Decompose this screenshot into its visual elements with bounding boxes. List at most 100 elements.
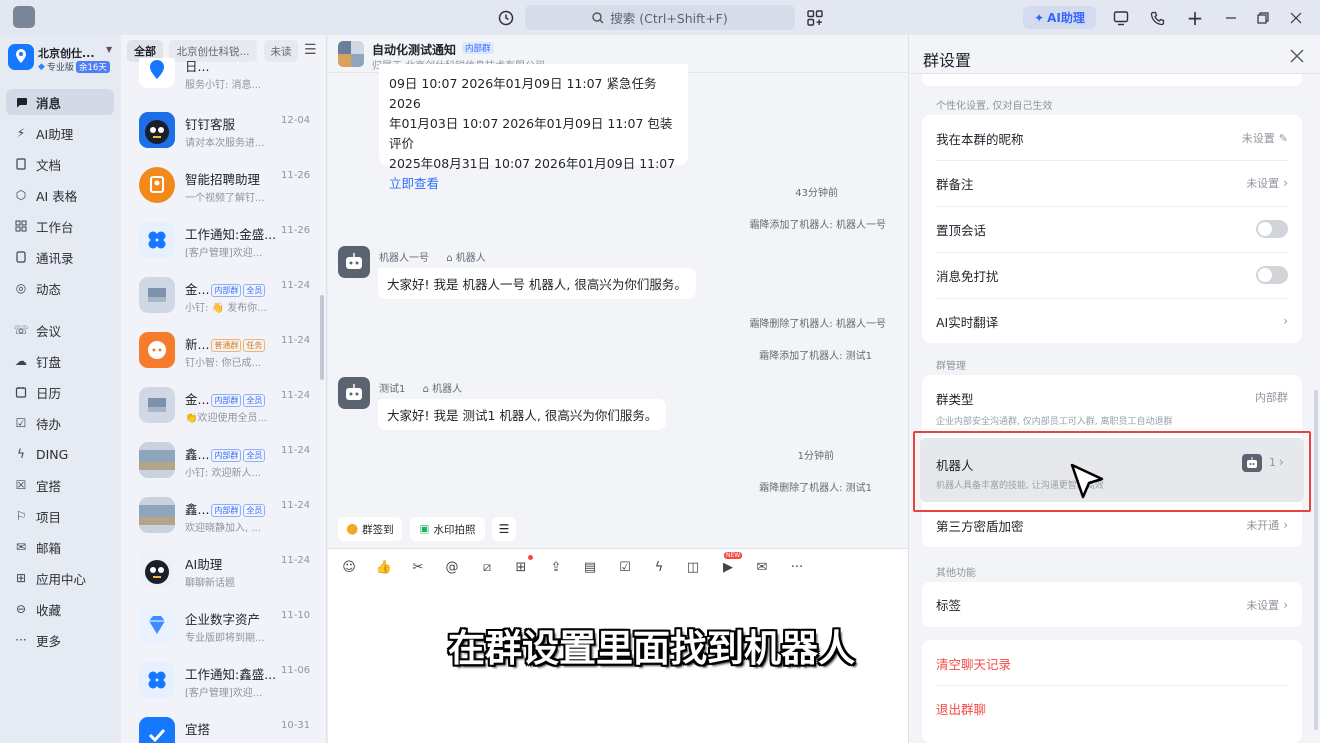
conversation-item[interactable]: 智能招聘助理 11-26 一个视频了解钉... — [133, 163, 318, 218]
more-icon[interactable]: ··· — [788, 558, 806, 576]
conversation-item[interactable]: 工作通知:金盛... 11-26 [客户管理]欢迎... — [133, 218, 318, 273]
nav-item-more[interactable]: ··· 更多 — [6, 627, 114, 653]
conversation-item[interactable]: 鑫... 内部群 全员 11-24 小钉: 欢迎新人... — [133, 438, 318, 493]
nav-item-cloud[interactable]: ☁ 钉盘 — [6, 348, 114, 374]
leave-group-button[interactable]: 退出群聊 — [936, 699, 986, 718]
group-tag: 全员 — [243, 449, 266, 462]
nav-item-workbench[interactable]: 工作台 — [6, 213, 114, 239]
video-call-icon[interactable]: ◫ — [684, 558, 702, 576]
nav-item-yida[interactable]: ☒ 宜搭 — [6, 472, 114, 498]
message-sender: 机器人一号 ⌂ 机器人 — [379, 249, 486, 264]
conversation-item[interactable]: 金... 内部群 全员 11-24 小钉: 👋 发布你... — [133, 273, 318, 328]
chevron-down-icon[interactable]: ▼ — [106, 45, 112, 54]
conversation-time: 11-24 — [281, 500, 311, 511]
conversation-time: 11-26 — [281, 225, 311, 236]
chat-group-avatar[interactable] — [338, 41, 364, 67]
clear-history-row[interactable]: 清空聊天记录 — [922, 640, 1302, 686]
history-icon[interactable] — [497, 9, 515, 27]
nav-item-ai[interactable]: ⚡ AI助理 — [6, 120, 114, 146]
add-icon[interactable]: + — [1185, 6, 1205, 30]
minimize-icon[interactable] — [1221, 8, 1241, 28]
menu-icon[interactable]: ☰ — [304, 42, 320, 58]
meeting-icon: ☏ — [13, 323, 29, 337]
tags-row[interactable]: 标签 未设置 › — [922, 582, 1302, 627]
conversation-item[interactable]: 工作通知:鑫盛... 11-06 [客户管理]欢迎... — [133, 658, 318, 713]
remark-row[interactable]: 群备注 未设置 › — [922, 160, 1302, 206]
nav-label: 会议 — [36, 323, 62, 339]
group-type-row[interactable]: 群类型 内部群 企业内部安全沟通群, 仅内部员工可入群, 离职员工自动退群 — [922, 375, 1302, 433]
conversation-item[interactable]: 钉钉客服 12-04 请对本次服务进... — [133, 108, 318, 163]
conversation-preview: [客户管理]欢迎... — [185, 248, 263, 259]
nickname-row[interactable]: 我在本群的昵称 未设置 ✎ — [922, 115, 1302, 161]
nav-item-calendar[interactable]: 日历 — [6, 379, 114, 405]
nav-label: 更多 — [36, 633, 62, 649]
conversation-item[interactable]: 新... 普通群 任务 11-24 钉小智: 你已成... — [133, 328, 318, 383]
view-now-link[interactable]: 立即查看 — [389, 174, 678, 194]
group-checkin-button[interactable]: ⬤ 群签到 — [338, 517, 402, 541]
nav-item-feed[interactable]: ◎ 动态 — [6, 275, 114, 301]
nav-item-ding[interactable]: ϟ DING — [6, 441, 114, 467]
restore-icon[interactable] — [1253, 8, 1273, 28]
clear-history-button[interactable]: 清空聊天记录 — [936, 654, 1011, 673]
close-window-icon[interactable] — [1286, 8, 1306, 28]
emoji-icon[interactable]: ☺ — [340, 558, 358, 576]
ai-assistant-button[interactable]: ✦ AI助理 — [1023, 6, 1096, 29]
apps-grid-icon[interactable] — [806, 9, 824, 27]
row-label: AI实时翻译 — [936, 314, 999, 330]
slash-command-icon[interactable]: ⧄ — [478, 558, 496, 576]
mail-icon[interactable]: ✉ — [753, 558, 771, 576]
conversation-scrollbar[interactable] — [320, 295, 324, 380]
conversation-item[interactable]: 金... 内部群 全员 11-24 👏欢迎使用全员... — [133, 383, 318, 438]
mute-toggle[interactable] — [1256, 266, 1288, 284]
nav-item-ai-table[interactable]: ⬡ AI 表格 — [6, 182, 114, 208]
live-icon[interactable]: ▶ — [719, 558, 737, 576]
robot-avatar[interactable] — [338, 377, 370, 409]
conversation-item[interactable]: AI助理 11-24 聊聊新话题 — [133, 548, 318, 603]
org-name[interactable]: 北京创仕... — [38, 45, 95, 61]
nav-item-project[interactable]: ⚐ 项目 — [6, 503, 114, 529]
settings-scrollbar[interactable] — [1314, 390, 1318, 730]
nav-label: 钉盘 — [36, 354, 62, 370]
nav-item-apps[interactable]: ⊞ 应用中心 — [6, 565, 114, 591]
leave-group-row[interactable]: 退出群聊 — [922, 685, 1302, 731]
global-search-input[interactable]: 搜索 (Ctrl+Shift+F) — [525, 5, 795, 30]
conversation-item[interactable]: 宜搭 10-31 — [133, 713, 318, 743]
group-tag: 内部群 — [211, 394, 242, 407]
camera-icon: ▣ — [419, 523, 430, 535]
nav-item-meeting[interactable]: ☏ 会议 — [6, 317, 114, 343]
task-icon[interactable]: ☑ — [616, 558, 634, 576]
yida-icon: ☒ — [15, 478, 27, 492]
conversation-item[interactable]: 日... 服务小钉: 消息... — [133, 58, 318, 98]
nav-item-docs[interactable]: 文档 — [6, 151, 114, 177]
schedule-icon[interactable]: ▤ — [581, 558, 599, 576]
watermark-photo-button[interactable]: ▣ 水印拍照 — [410, 517, 485, 541]
thumbs-up-icon[interactable]: 👍 — [375, 558, 393, 576]
chat-title[interactable]: 自动化测试通知 — [372, 41, 456, 58]
nav-item-todo[interactable]: ☑ 待办 — [6, 410, 114, 436]
nav-item-bookmark[interactable]: ⊖ 收藏 — [6, 596, 114, 622]
robot-avatar[interactable] — [338, 246, 370, 278]
screen-share-icon[interactable] — [1111, 8, 1131, 28]
encryption-row[interactable]: 第三方密盾加密 未开通 › — [922, 502, 1302, 548]
pin-chat-toggle[interactable] — [1256, 220, 1288, 238]
org-logo-icon[interactable] — [8, 44, 34, 70]
nav-label: 通讯录 — [36, 250, 74, 266]
phone-icon[interactable] — [1148, 8, 1168, 28]
scissors-icon[interactable]: ✂ — [409, 558, 427, 576]
ding-icon[interactable]: ϟ — [650, 558, 668, 576]
row-value: 未设置 — [1241, 132, 1275, 145]
quick-menu-icon[interactable]: ☰ — [492, 517, 516, 541]
ai-translate-row[interactable]: AI实时翻译 › — [922, 298, 1302, 344]
nav-item-contacts[interactable]: 通讯录 — [6, 244, 114, 270]
add-card-icon[interactable]: ⊞ — [512, 558, 530, 576]
upload-file-icon[interactable]: ⇪ — [547, 558, 565, 576]
nav-item-mail[interactable]: ✉ 邮箱 — [6, 534, 114, 560]
row-value: 未开通 — [1246, 519, 1280, 532]
nav-item-messages[interactable]: 消息 — [6, 89, 114, 115]
conversation-item[interactable]: 鑫... 内部群 全员 11-24 欢迎晓静加入, ... — [133, 493, 318, 548]
mention-icon[interactable]: @ — [443, 558, 461, 576]
card-text-line: 年01月03日 10:07 2026年01月09日 11:07 包装评价 — [389, 116, 673, 151]
conversation-name: 工作通知:鑫盛... — [185, 667, 277, 682]
close-icon[interactable] — [1289, 48, 1305, 64]
conversation-item[interactable]: 企业数字资产 11-10 专业版即将到期... — [133, 603, 318, 658]
